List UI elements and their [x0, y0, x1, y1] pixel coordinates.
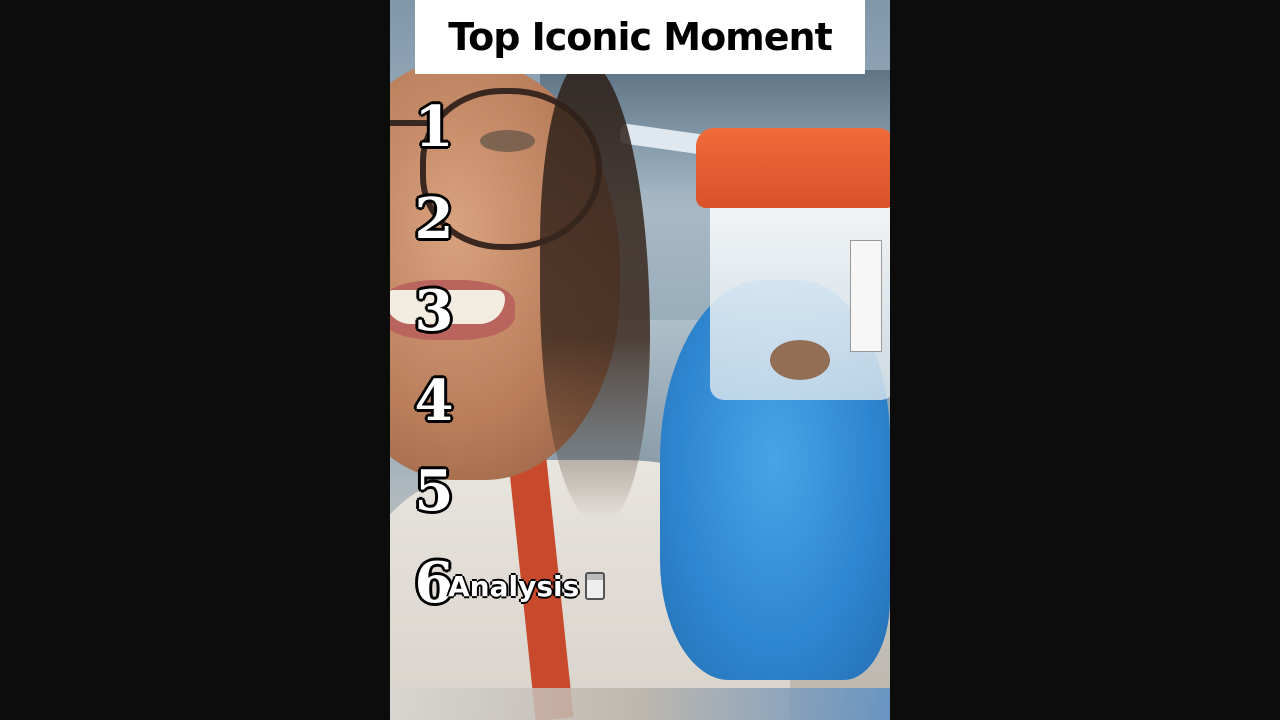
- rank-3: 3: [414, 278, 454, 344]
- rank-6-answer: Analysis: [448, 566, 606, 606]
- video-frame: Top Iconic Moment 1 2 3 4 5 6 Analysis: [390, 0, 890, 720]
- rank-5: 5: [414, 458, 454, 524]
- rank-1: 1: [414, 94, 454, 160]
- rank-4: 4: [414, 368, 454, 434]
- specimen-insect: [770, 340, 830, 380]
- rank-6-answer-text: Analysis: [448, 569, 580, 603]
- specimen-jar-icon: [585, 572, 606, 600]
- specimen-jar-label: [850, 240, 882, 352]
- video-title: Top Iconic Moment: [448, 15, 833, 59]
- next-frame-strip: [390, 688, 890, 720]
- specimen-jar-lid: [696, 128, 890, 208]
- rank-2: 2: [414, 186, 454, 252]
- title-banner: Top Iconic Moment: [415, 0, 865, 74]
